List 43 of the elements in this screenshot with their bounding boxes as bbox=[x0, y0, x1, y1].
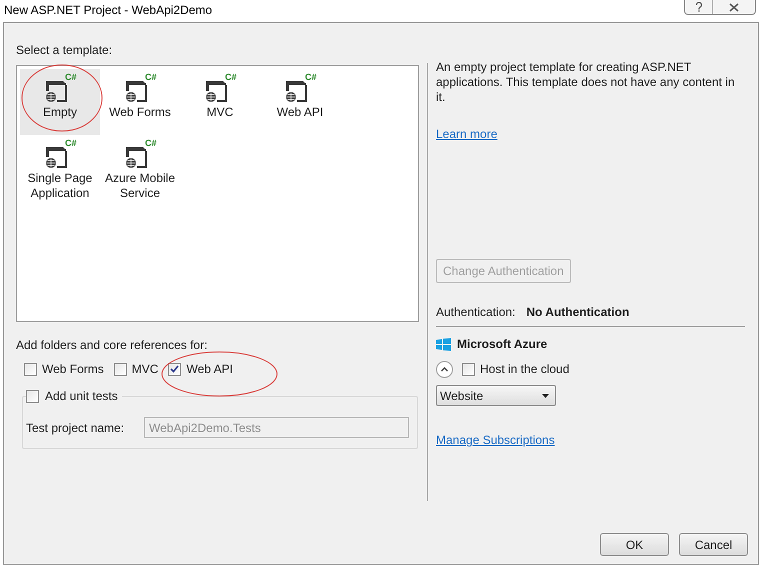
template-description: An empty project template for creating ASP.NET applications. This template does not have any content in it. bbox=[436, 60, 736, 105]
language-label: C# bbox=[305, 73, 317, 82]
checkbox-label: Host in the cloud bbox=[480, 361, 570, 378]
template-label: Azure Mobile Service bbox=[104, 171, 176, 201]
language-label: C# bbox=[145, 73, 157, 82]
manage-subscriptions-link[interactable]: Manage Subscriptions bbox=[436, 431, 555, 449]
checkbox[interactable] bbox=[462, 362, 475, 376]
authentication-value: No Authentication bbox=[526, 304, 630, 321]
window-title: New ASP.NET Project - WebApi2Demo bbox=[4, 2, 212, 19]
help-icon bbox=[694, 2, 702, 12]
close-icon bbox=[729, 2, 739, 12]
language-label: C# bbox=[65, 73, 77, 82]
template-label: Web API bbox=[276, 105, 324, 120]
template-label: MVC bbox=[206, 105, 234, 120]
dialog-button[interactable]: Cancel bbox=[679, 533, 748, 556]
checkbox[interactable] bbox=[26, 390, 39, 402]
checkbox-label: Add unit tests bbox=[45, 388, 118, 405]
language-label: C# bbox=[225, 73, 237, 82]
checkbox-label: MVC bbox=[132, 361, 158, 378]
language-label: C# bbox=[145, 139, 157, 148]
authentication-label: Authentication: bbox=[436, 304, 516, 321]
service-dropdown[interactable]: Website bbox=[436, 385, 556, 406]
template-label: Empty bbox=[42, 105, 77, 120]
learn-more-link[interactable]: Learn more bbox=[436, 125, 498, 143]
section-label: Add folders and core references for: bbox=[16, 337, 208, 351]
dropdown-arrow-icon bbox=[542, 394, 549, 398]
language-label: C# bbox=[65, 139, 77, 148]
field-label: Test project name: bbox=[26, 420, 126, 436]
dialog-button[interactable]: OK bbox=[600, 533, 669, 556]
checkmark-icon bbox=[170, 365, 180, 373]
checkbox[interactable] bbox=[114, 362, 127, 376]
checkbox-label: Web Forms bbox=[42, 361, 104, 378]
checkbox[interactable] bbox=[24, 362, 37, 376]
checkbox-label: Web API bbox=[186, 361, 233, 378]
template-label: Web Forms bbox=[109, 105, 171, 120]
windows-logo-icon bbox=[436, 338, 451, 350]
section-label: Select a template: bbox=[16, 42, 114, 57]
collapse-button[interactable] bbox=[436, 360, 453, 378]
chevron-up-icon bbox=[441, 366, 448, 372]
template-label: Single Page Application bbox=[26, 171, 94, 201]
checkbox[interactable] bbox=[168, 362, 182, 376]
azure-title: Microsoft Azure bbox=[457, 336, 548, 353]
template-tile[interactable]: C# Empty bbox=[20, 69, 100, 135]
